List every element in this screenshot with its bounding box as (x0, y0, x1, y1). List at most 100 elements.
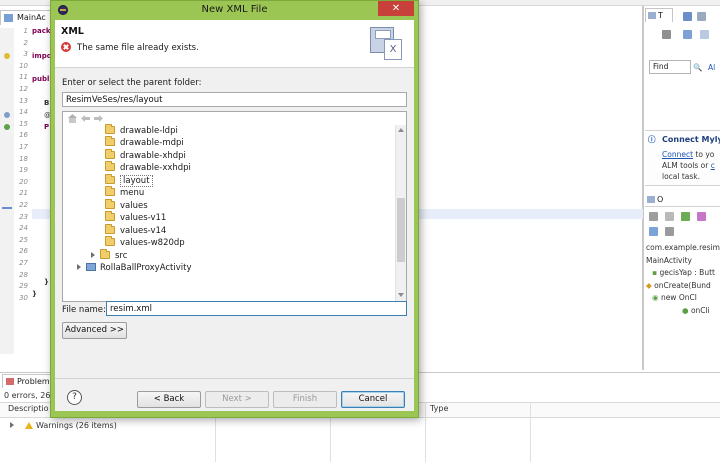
link-editor-icon[interactable] (665, 227, 674, 236)
info-icon: ⓘ (648, 135, 656, 144)
problems-icon (6, 378, 14, 385)
scroll-up-icon[interactable] (398, 128, 404, 132)
folder-icon (105, 199, 115, 209)
tree-scrollbar[interactable] (395, 125, 406, 301)
outline-tab[interactable]: O (645, 193, 720, 207)
line-number: 29 (19, 282, 28, 291)
table-row[interactable]: Warnings (26 items) (10, 421, 117, 430)
task-list-tab[interactable]: T (645, 8, 673, 22)
tree-item-drawable-ldpi[interactable]: drawable-ldpi (105, 124, 178, 137)
tree-item-rollaball-project[interactable]: RollaBallProxyActivity (77, 262, 192, 274)
outline-item[interactable]: gecisYap : Butt (659, 268, 714, 277)
categorize-icon[interactable] (683, 30, 692, 39)
line-number: 20 (19, 177, 28, 186)
line-number: 21 (19, 189, 28, 198)
problems-tab[interactable]: Problem (2, 374, 54, 388)
task-find-input[interactable]: Find (649, 60, 691, 74)
project-icon (86, 263, 96, 271)
override-marker-icon[interactable] (4, 112, 10, 118)
hide-nonpublic-icon[interactable] (697, 212, 706, 221)
warnings-row-label: Warnings (26 items) (36, 421, 117, 430)
outline-icon (647, 196, 655, 203)
connect-link[interactable]: Connect (662, 150, 693, 159)
code-fragment: P (44, 123, 50, 131)
tree-item-label: values-w820dp (120, 238, 185, 248)
xml-page-icon: X (384, 39, 402, 60)
scroll-down-icon[interactable] (398, 293, 404, 297)
button-bar-divider (55, 378, 414, 379)
tree-item-menu[interactable]: menu (105, 186, 144, 199)
sort-icon[interactable] (649, 212, 658, 221)
change-marker-icon (2, 207, 12, 209)
hide-fields-icon[interactable] (665, 212, 674, 221)
line-number: 10 (19, 61, 28, 70)
line-number: 30 (19, 293, 28, 302)
code-fragment: } (32, 290, 37, 298)
column-divider (530, 402, 531, 462)
new-task-icon[interactable] (662, 30, 671, 39)
folder-icon (105, 211, 115, 221)
line-number: 18 (19, 154, 28, 163)
line-number: 2 (23, 38, 28, 47)
next-button[interactable]: Next > (205, 391, 269, 408)
expand-arrow-icon[interactable] (91, 252, 95, 258)
tree-item-label: drawable-mdpi (120, 138, 184, 148)
outline-item[interactable]: onCreate(Bund (654, 281, 711, 290)
tree-item-src[interactable]: src (91, 249, 127, 262)
column-type[interactable]: Type (430, 404, 448, 413)
outline-item[interactable]: onCli (691, 306, 710, 315)
back-button[interactable]: < Back (137, 391, 201, 408)
cancel-button[interactable]: Cancel (341, 391, 405, 408)
tree-item-values-v11[interactable]: values-v11 (105, 211, 166, 224)
tree-item-layout[interactable]: layout (105, 174, 153, 187)
tree-item-values-v14[interactable]: values-v14 (105, 224, 166, 237)
expand-arrow-icon[interactable] (77, 264, 81, 270)
line-number: 16 (19, 131, 28, 140)
implement-marker-icon[interactable] (4, 124, 10, 130)
dialog-title-bar[interactable]: New XML File ✕ (51, 1, 418, 19)
warning-icon (25, 422, 33, 429)
file-name-input[interactable] (106, 301, 407, 316)
sync-icon[interactable] (683, 12, 692, 21)
scroll-thumb[interactable] (397, 198, 405, 262)
outline-item[interactable]: MainActivity (646, 256, 692, 265)
hide-static-icon[interactable] (681, 212, 690, 221)
tree-item-label: values (120, 201, 148, 211)
outline-item[interactable]: com.example.resim (646, 243, 720, 252)
back-arrow-icon[interactable] (81, 114, 90, 123)
line-number: 17 (19, 143, 28, 151)
column-description[interactable]: Descriptio (8, 404, 49, 413)
parent-folder-input[interactable] (62, 92, 407, 107)
finish-button[interactable]: Finish (273, 391, 337, 408)
help-icon[interactable]: ? (67, 390, 82, 405)
editor-tab[interactable]: MainAc (0, 10, 52, 25)
advanced-button[interactable]: Advanced >> (62, 322, 127, 339)
tree-item-drawable-xxhdpi[interactable]: drawable-xxhdpi (105, 161, 191, 174)
home-icon[interactable] (68, 114, 77, 123)
warning-marker-icon[interactable] (4, 53, 10, 59)
folder-icon (105, 136, 115, 146)
tree-item-drawable-mdpi[interactable]: drawable-mdpi (105, 136, 184, 149)
expand-arrow-icon[interactable] (10, 422, 14, 428)
folder-icon (105, 124, 115, 134)
anonymous-class-icon: ◉ (652, 293, 659, 302)
all-filter-link[interactable]: Al (708, 63, 715, 72)
code-fragment: impo (32, 52, 52, 60)
tree-item-drawable-xhdpi[interactable]: drawable-xhdpi (105, 149, 186, 162)
outline-item[interactable]: new OnCl (661, 293, 697, 302)
create-link[interactable]: c (711, 161, 715, 170)
filter-icon[interactable] (697, 12, 706, 21)
forward-arrow-icon[interactable] (94, 114, 103, 123)
tree-item-values-w820dp[interactable]: values-w820dp (105, 236, 185, 249)
task-list-icon (648, 12, 656, 19)
magnifier-icon[interactable]: 🔍 (693, 63, 702, 72)
line-number: 27 (19, 259, 28, 267)
task-list-tab-label: T (658, 11, 663, 20)
line-number: 24 (19, 224, 28, 233)
focus-icon[interactable] (700, 30, 709, 39)
hide-local-types-icon[interactable] (649, 227, 658, 236)
mylyn-title: Connect Myly (662, 135, 720, 144)
folder-tree[interactable]: drawable-ldpi drawable-mdpi drawable-xhd… (62, 111, 407, 302)
line-number: 11 (19, 73, 28, 82)
close-button[interactable]: ✕ (378, 1, 414, 16)
